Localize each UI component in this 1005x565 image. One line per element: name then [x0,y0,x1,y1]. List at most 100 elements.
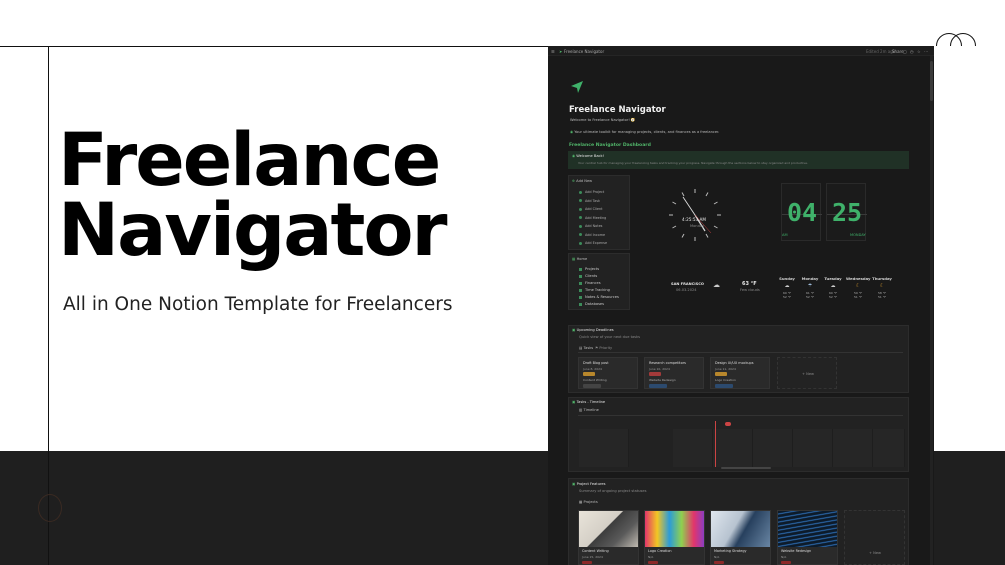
deadlines-subtitle: Quick view of your next due tasks [579,335,641,339]
weather-temp: 63 °F [742,281,757,287]
features-title: ▣ Project Features [572,482,606,486]
comment-icon[interactable]: ▢ [903,49,907,54]
share-button[interactable]: Share [892,49,904,54]
forecast-day: Monday ☂ 61 °F 52 °F [798,276,822,299]
hero-title-line2: Navigator [58,188,448,273]
timeline-column [753,429,793,467]
new-gallery-card-button[interactable]: + New [844,510,905,565]
cloud-sun-icon: ☁ [784,283,790,289]
welcome-line: Welcome to Freelance Navigator! 🧭 [570,118,636,122]
projects-view-tab[interactable]: ▦ Projects [579,500,598,504]
timeline-title: ▣ Tasks - Timeline [572,400,606,404]
home-link-clients[interactable]: Clients [579,274,597,278]
flip-clock-weekday: MONDAY [850,233,866,237]
edited-status: Edited 2m ago [866,49,896,54]
add-project-button[interactable]: Add Project [579,190,604,194]
welcome-back-callout: ◉ Welcome Back! Your central hub for man… [568,151,909,169]
timeline-column [673,429,713,467]
moon-icon: ☾ [855,283,861,289]
status-badge [649,372,661,376]
hero-title-line1: Freelance [58,118,441,203]
add-new-title: ⊕ Add New [572,179,593,183]
cloud-icon: ☁ [830,283,836,289]
code-image [778,511,837,547]
tab-tasks[interactable]: ▤ Tasks [579,346,593,350]
page-title: Freelance Navigator [569,105,666,115]
forecast-day: Tuesday ☁ 60 °F 52 °F [821,276,845,299]
home-title: ▦ Home [572,257,588,261]
color-palette-image [645,511,704,547]
deadline-card[interactable]: Research competitors June 10, 2024 Websit… [644,357,704,389]
breadcrumb[interactable]: Freelance Navigator [564,49,604,54]
timeline-scrollbar[interactable] [721,467,771,469]
gallery-card[interactable]: Website Redesign N/A [777,510,838,565]
home-panel: ▦ Home Projects Clients Finances Time Tr… [568,253,630,310]
welcome-back-title: ◉ Welcome Back! [572,154,605,158]
timeline-divider [578,415,903,416]
add-expense-button[interactable]: Add Expense [579,241,607,245]
today-marker [715,421,716,467]
home-link-databases[interactable]: Databases [579,302,604,306]
left-divider-line [48,46,49,565]
weather-date: 06.03.2024 [676,288,697,292]
callout-text: ◉ Your ultimate toolkit for managing pro… [570,130,720,134]
timeline-column [713,429,753,467]
decorative-circle [38,494,62,522]
app-topbar: ☰ ➤ Freelance Navigator Edited 2m ago Sh… [548,46,934,56]
tab-priority[interactable]: ⚑ Priority [595,346,612,350]
home-link-notes[interactable]: Notes & Resources [579,295,619,299]
clock-time: 4:25:53 AM [682,217,706,222]
weather-condition: Few clouds [740,288,760,292]
forecast-day: Thursday ☾ 58 °F 51 °F [870,276,894,299]
add-meeting-button[interactable]: Add Meeting [579,216,606,220]
forecast-day: Wednesday ☾ 59 °F 51 °F [846,276,871,299]
tab-divider [578,352,903,353]
gallery-card[interactable]: Marketing Strategy N/A [710,510,771,565]
deadline-card[interactable]: Design UI/UX mockups June 11, 2024 Logo C… [710,357,770,389]
history-icon[interactable]: ◷ [910,49,914,54]
notion-app-window: ☰ ➤ Freelance Navigator Edited 2m ago Sh… [548,46,934,565]
home-link-finances[interactable]: Finances [579,281,601,285]
moon-icon: ☾ [879,283,885,289]
add-income-button[interactable]: Add Income [579,233,605,237]
weather-city: SAN FRANCISCO [671,282,704,286]
new-card-button[interactable]: + New [777,357,837,389]
scrollbar[interactable] [930,56,933,565]
add-task-button[interactable]: Add Task [579,199,600,203]
add-client-button[interactable]: Add Client [579,207,602,211]
paper-plane-icon [571,81,583,93]
laptop-image [579,511,638,547]
timeline-column [873,429,905,467]
cloud-rain-icon: ☂ [807,283,813,289]
sidebar-toggle-icon[interactable]: ☰ [551,49,555,54]
promo-canvas: Freelance Navigator All in One Notion Te… [0,0,1005,565]
status-badge [583,372,595,376]
deadlines-title: ▣ Upcoming Deadlines [572,328,614,332]
clock-day: Monday [690,224,705,228]
today-badge [725,422,731,426]
flip-clock-ampm: AM [782,233,788,237]
welcome-back-text: Your central hub for managing your freel… [578,161,808,165]
timeline-column [833,429,873,467]
more-icon[interactable]: ⋯ [924,49,928,54]
home-link-projects[interactable]: Projects [579,267,599,271]
hero-title: Freelance Navigator [58,118,528,273]
gallery-card[interactable]: Content Writing June 15, 2024 [578,510,639,565]
home-link-time-tracking[interactable]: Time Tracking [579,288,610,292]
analog-clock-widget [669,189,721,241]
deadline-card[interactable]: Draft Blog post June 8, 2024 Content Writ… [578,357,638,389]
forecast-day: Sunday ☁ 60 °F 52 °F [775,276,799,299]
status-badge [715,372,727,376]
timeline-view-tab[interactable]: ▥ Timeline [579,408,599,412]
add-new-panel: ⊕ Add New Add Project Add Task Add Clien… [568,175,630,250]
gallery-card[interactable]: Logo Creation N/A [644,510,705,565]
favorite-icon[interactable]: ☆ [917,49,921,54]
office-image [711,511,770,547]
timeline-column [793,429,833,467]
right-white-panel [934,46,1005,451]
cloud-sun-icon: ☁ [713,281,720,289]
hero-subtitle: All in One Notion Template for Freelance… [63,294,453,315]
timeline-column [579,429,629,467]
dashboard-heading: Freelance Navigator Dashboard [569,143,651,148]
add-notes-button[interactable]: Add Notes [579,224,602,228]
